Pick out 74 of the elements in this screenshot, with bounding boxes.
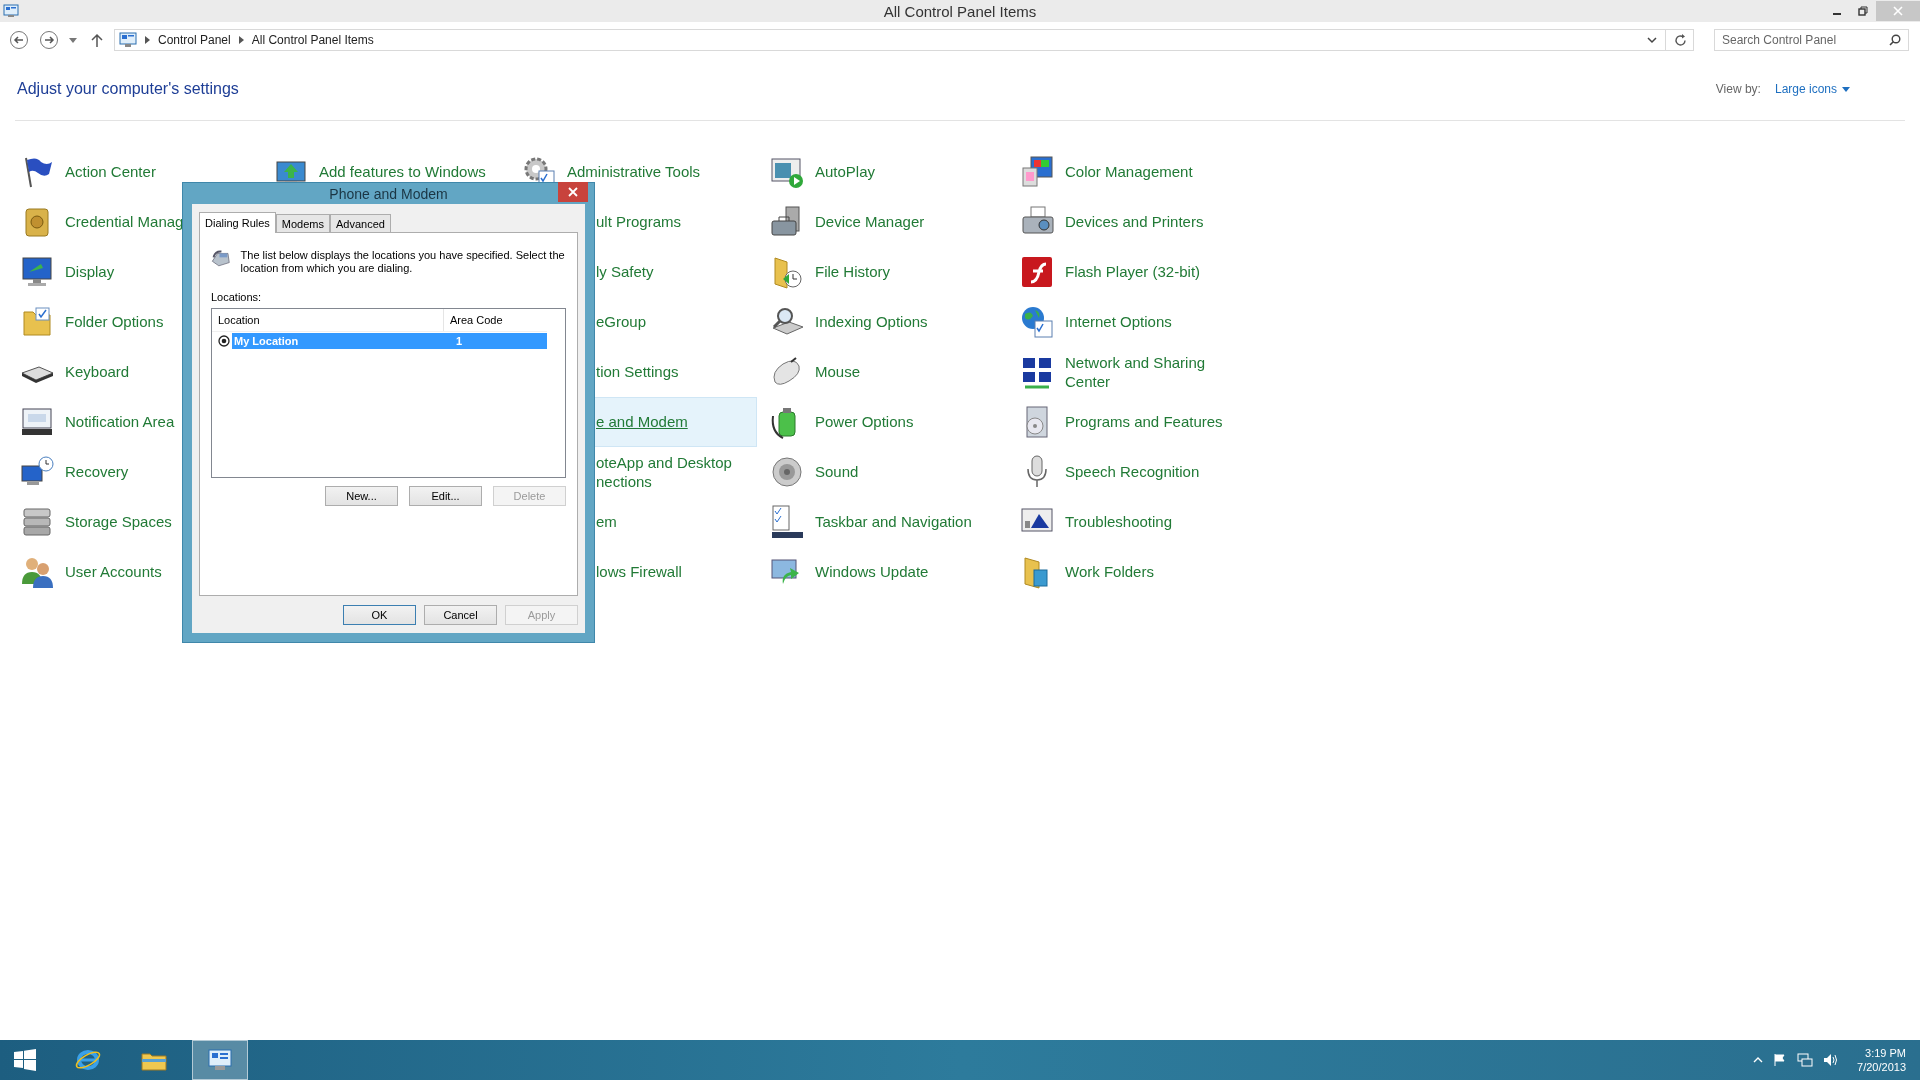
- settings-link[interactable]: Color Management: [1018, 147, 1255, 197]
- color-squares-icon: [1019, 154, 1055, 190]
- settings-link[interactable]: Notification Area: [18, 397, 255, 447]
- window-title: All Control Panel Items: [883, 2, 1037, 20]
- up-arrow-icon: [91, 33, 103, 47]
- close-icon: [1893, 6, 1903, 16]
- settings-link[interactable]: Flash Player (32-bit): [1018, 247, 1255, 297]
- close-button[interactable]: [558, 182, 588, 202]
- page-heading: Adjust your computer's settings: [17, 80, 239, 98]
- restore-icon: [1858, 6, 1868, 16]
- settings-link[interactable]: Internet Options: [1018, 297, 1255, 347]
- settings-link[interactable]: Power Options: [768, 397, 1005, 447]
- list-button[interactable]: New...: [325, 486, 398, 507]
- column-header[interactable]: Area Code: [444, 309, 524, 332]
- settings-link[interactable]: Programs and Features: [1018, 397, 1255, 447]
- address-bar[interactable]: Control Panel All Control Panel Items: [114, 29, 1694, 51]
- minimize-icon: [1833, 13, 1841, 15]
- settings-link[interactable]: Windows Update: [768, 547, 1005, 597]
- settings-link[interactable]: Network and Sharing Center: [1018, 347, 1255, 397]
- instruction-text: The list below displays the locations you have specified. Select the location from which you are dialing.: [240, 249, 566, 276]
- control-panel-icon: [3, 3, 19, 19]
- windows-logo-icon: [13, 1048, 37, 1072]
- settings-link[interactable]: Device Manager: [768, 197, 1005, 247]
- location-row[interactable]: My Location 1: [232, 333, 547, 350]
- breadcrumb-item[interactable]: All Control Panel Items: [251, 33, 374, 47]
- chevron-icon: [238, 36, 244, 44]
- control-panel-icon: [119, 32, 137, 48]
- flag-icon[interactable]: [1773, 1053, 1788, 1067]
- dialog-button[interactable]: Cancel: [424, 605, 497, 625]
- taskbar-app[interactable]: [192, 1040, 248, 1080]
- settings-link[interactable]: File History: [768, 247, 1005, 297]
- settings-link[interactable]: Troubleshooting: [1018, 497, 1255, 547]
- view-by-label: View by:: [1715, 82, 1761, 96]
- caret-icon: [1842, 86, 1850, 92]
- close-icon: [568, 187, 578, 197]
- settings-link[interactable]: Sound: [768, 447, 1005, 497]
- settings-link[interactable]: User Accounts: [18, 547, 255, 597]
- list-button[interactable]: Edit...: [409, 486, 482, 507]
- globe-icon: [1019, 304, 1055, 340]
- settings-link[interactable]: AutoPlay: [768, 147, 1005, 197]
- speaker-icon: [769, 454, 805, 490]
- column-header[interactable]: Location: [212, 309, 444, 332]
- search-icon: [1889, 34, 1901, 46]
- show-hidden-icons[interactable]: [1753, 1056, 1764, 1064]
- caret-icon: [69, 37, 77, 43]
- settings-link[interactable]: Taskbar and Navigation: [768, 497, 1005, 547]
- breadcrumb-item[interactable]: Control Panel: [158, 33, 231, 47]
- network-icon[interactable]: [1797, 1053, 1814, 1067]
- chevron-icon: [145, 36, 150, 44]
- settings-link[interactable]: Action Center: [18, 147, 255, 197]
- settings-link[interactable]: Mouse: [768, 347, 1005, 397]
- settings-link[interactable]: Storage Spaces: [18, 497, 255, 547]
- tab[interactable]: Modems: [275, 214, 330, 232]
- clock[interactable]: 3:19 PM 7/20/2013: [1857, 1045, 1906, 1075]
- volume-icon[interactable]: [1823, 1053, 1840, 1067]
- checklist-icon: [769, 504, 805, 540]
- settings-link[interactable]: Keyboard: [18, 347, 255, 397]
- view-by-dropdown[interactable]: Large icons: [1774, 82, 1850, 96]
- flash-logo-icon: [1019, 254, 1055, 290]
- settings-link[interactable]: Devices and Printers: [1018, 197, 1255, 247]
- dialog-title: Phone and Modem: [329, 185, 448, 202]
- dialog-button[interactable]: OK: [343, 605, 416, 625]
- dropdown-icon[interactable]: [1647, 36, 1657, 44]
- locations-label: Locations:: [211, 291, 263, 304]
- settings-link[interactable]: Recovery: [18, 447, 255, 497]
- settings-link[interactable]: Indexing Options: [768, 297, 1005, 347]
- tab[interactable]: Advanced: [330, 214, 391, 232]
- settings-link[interactable]: Work Folders: [1018, 547, 1255, 597]
- refresh-icon[interactable]: [1674, 33, 1687, 47]
- tab[interactable]: Dialing Rules: [199, 212, 276, 233]
- forward-icon: [39, 30, 59, 50]
- back-icon: [9, 30, 29, 50]
- search-field[interactable]: Search Control Panel: [1714, 29, 1909, 51]
- settings-link[interactable]: Speech Recognition: [1018, 447, 1255, 497]
